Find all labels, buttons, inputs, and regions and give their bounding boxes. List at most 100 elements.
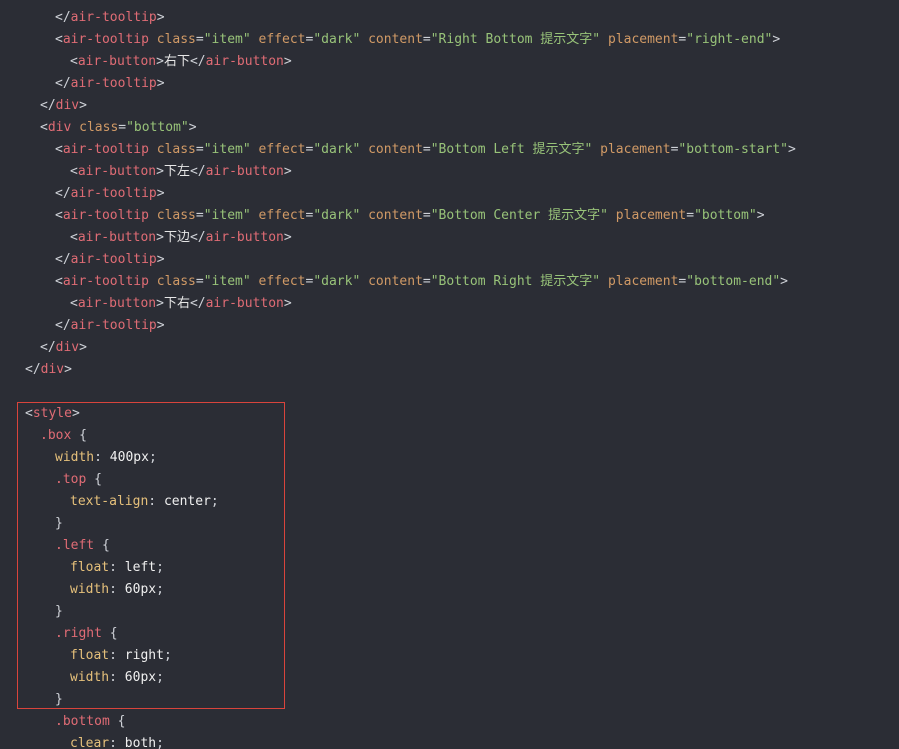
code-token-punct: <: [70, 164, 78, 179]
code-token-num: 400px: [109, 450, 149, 465]
code-line: </div>: [0, 359, 899, 381]
code-token-prop: float: [70, 648, 110, 663]
code-token-punct: </: [55, 76, 71, 91]
code-token-tag: air-tooltip: [70, 318, 157, 333]
code-token-punct: =: [195, 142, 204, 157]
code-token-punct: =: [422, 208, 431, 223]
code-line: </div>: [0, 337, 899, 359]
code-token-num: 60px: [124, 582, 157, 597]
code-token-punct: =: [422, 142, 431, 157]
code-editor[interactable]: </air-tooltip> <air-tooltip class="item" …: [0, 0, 899, 749]
code-token-attr: class: [156, 32, 196, 47]
code-token-punct: <: [55, 274, 63, 289]
code-token-tag: air-button: [205, 296, 284, 311]
code-token-sel: .box: [40, 428, 72, 443]
code-token-punct: >: [79, 340, 87, 355]
code-token-punct: ;: [156, 736, 164, 749]
code-token-punct: {: [94, 538, 110, 553]
code-token-punct: >: [156, 186, 165, 201]
code-token-str: "Right Bottom 提示文字": [430, 32, 601, 47]
code-line: .bottom {: [0, 711, 899, 733]
code-token-punct: <: [55, 32, 63, 47]
code-token-tag: air-button: [205, 54, 284, 69]
code-line: .top {: [0, 469, 899, 491]
code-token-attr: effect: [258, 274, 306, 289]
code-line: </div>: [0, 95, 899, 117]
code-token-plain: right: [124, 648, 164, 663]
code-token-punct: >: [756, 208, 765, 223]
code-token-punct: =: [686, 208, 695, 223]
code-line: text-align: center;: [0, 491, 899, 513]
code-token-punct: :: [109, 670, 125, 685]
code-token-punct: </: [40, 98, 56, 113]
code-token-tag: div: [55, 340, 80, 355]
code-token-text: 下右: [163, 296, 190, 311]
code-token-punct: </: [25, 362, 41, 377]
code-token-str: "dark": [313, 142, 361, 157]
code-token-punct: :: [109, 560, 125, 575]
code-token-tag: air-tooltip: [62, 32, 149, 47]
code-token-punct: =: [195, 274, 204, 289]
code-token-tag: air-tooltip: [62, 142, 149, 157]
code-token-prop: clear: [70, 736, 110, 749]
code-line: </air-tooltip>: [0, 249, 899, 271]
code-token-str: "bottom": [126, 120, 189, 135]
code-line: <air-tooltip class="item" effect="dark" …: [0, 271, 899, 293]
code-token-plain: both: [124, 736, 157, 749]
code-token-text: 右下: [163, 54, 190, 69]
code-token-tag: air-button: [77, 230, 157, 245]
code-line: <div class="bottom">: [0, 117, 899, 139]
code-token-punct: ;: [210, 494, 219, 509]
code-line: </air-tooltip>: [0, 315, 899, 337]
code-token-punct: ;: [156, 582, 164, 597]
code-line: .box {: [0, 425, 899, 447]
code-token-punct: =: [422, 32, 431, 47]
code-token-punct: >: [156, 296, 164, 311]
code-token-plain: center: [163, 494, 211, 509]
code-token-tag: div: [47, 120, 72, 135]
code-token-prop: width: [70, 582, 110, 597]
code-token-punct: {: [101, 626, 118, 641]
code-token-punct: <: [55, 142, 63, 157]
code-token-prop: float: [70, 560, 110, 575]
code-token-tag: air-tooltip: [70, 76, 157, 91]
code-token-sel: .top: [55, 472, 87, 487]
code-token-punct: </: [189, 230, 206, 245]
code-token-punct: :: [109, 736, 125, 749]
code-token-prop: width: [55, 450, 95, 465]
code-token-punct: </: [55, 186, 71, 201]
code-line: </air-tooltip>: [0, 7, 899, 29]
code-line: width: 60px;: [0, 667, 899, 689]
code-token-punct: ;: [156, 670, 164, 685]
code-token-punct: }: [55, 604, 63, 619]
code-line: <style>: [0, 403, 899, 425]
code-token-attr: class: [156, 208, 196, 223]
code-token-punct: </: [189, 164, 206, 179]
code-token-punct: <: [70, 54, 78, 69]
code-token-punct: >: [156, 76, 165, 91]
code-token-punct: <: [40, 120, 48, 135]
code-token-punct: <: [25, 406, 33, 421]
code-token-str: "item": [203, 32, 251, 47]
code-token-str: "Bottom Left 提示文字": [430, 142, 593, 157]
code-token-punct: >: [780, 274, 788, 289]
code-token-text: 下左: [163, 164, 190, 179]
code-token-punct: >: [71, 406, 80, 421]
code-line: <air-button>下左</air-button>: [0, 161, 899, 183]
code-token-tag: style: [32, 406, 72, 421]
code-token-tag: air-button: [77, 54, 157, 69]
code-token-punct: <: [55, 208, 63, 223]
code-token-tag: air-tooltip: [70, 186, 157, 201]
code-token-punct: >: [283, 54, 292, 69]
code-line: <air-button>下右</air-button>: [0, 293, 899, 315]
